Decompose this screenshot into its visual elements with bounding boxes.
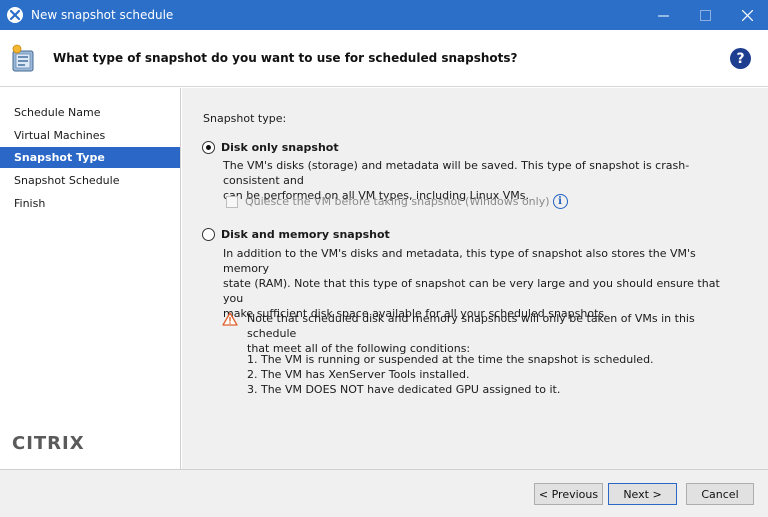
disk-only-option[interactable]: Disk only snapshot [202,141,339,154]
disk-memory-option[interactable]: Disk and memory snapshot [202,228,390,241]
next-button[interactable]: Next > [608,483,677,505]
maximize-icon [699,9,711,21]
snapshot-type-panel: Snapshot type: Disk only snapshot The VM… [182,88,768,469]
step-virtual-machines[interactable]: Virtual Machines [0,125,180,146]
disk-memory-label[interactable]: Disk and memory snapshot [221,228,390,241]
step-finish[interactable]: Finish [0,193,180,214]
disk-memory-description: In addition to the VM's disks and metada… [223,246,743,321]
wizard-footer: < Previous Next > Cancel [0,469,768,517]
quiesce-checkbox[interactable] [226,195,238,208]
citrix-logo: CITRIX [12,433,85,454]
wizard-header: What type of snapshot do you want to use… [0,30,768,87]
minimize-button[interactable] [642,0,684,30]
minimize-icon [657,15,669,16]
step-snapshot-type[interactable]: Snapshot Type [0,147,180,168]
disk-only-label[interactable]: Disk only snapshot [221,141,339,154]
help-icon: ? [736,50,745,67]
cancel-button[interactable]: Cancel [686,483,754,505]
title-bar: New snapshot schedule [0,0,768,30]
disk-only-radio[interactable] [202,141,215,154]
info-icon[interactable]: i [552,194,568,209]
close-icon [741,9,753,21]
memory-snapshot-note: Note that scheduled disk and memory snap… [247,311,737,356]
condition-item: 2. The VM has XenServer Tools installed. [247,368,470,381]
help-button[interactable]: ? [730,48,751,69]
disk-memory-desc-line: In addition to the VM's disks and metada… [223,247,696,275]
page-heading: What type of snapshot do you want to use… [53,51,518,65]
note-line: Note that scheduled disk and memory snap… [247,312,695,340]
warning-icon [222,312,238,326]
condition-item: 3. The VM DOES NOT have dedicated GPU as… [247,383,561,396]
condition-item: 1. The VM is running or suspended at the… [247,353,654,366]
conditions-list: 1. The VM is running or suspended at the… [247,352,737,397]
xenserver-app-icon [7,7,23,23]
quiesce-option[interactable]: Quiesce the VM before taking snapshot (W… [226,194,568,209]
wizard-steps-sidebar: Schedule Name Virtual Machines Snapshot … [0,88,181,469]
snapshot-wizard-icon [12,44,34,72]
previous-button[interactable]: < Previous [534,483,603,505]
maximize-button[interactable] [684,0,726,30]
close-button[interactable] [726,0,768,30]
window-controls [642,0,768,30]
disk-memory-desc-line: state (RAM). Note that this type of snap… [223,277,720,305]
window-title: New snapshot schedule [31,8,174,22]
step-snapshot-schedule[interactable]: Snapshot Schedule [0,170,180,191]
quiesce-label[interactable]: Quiesce the VM before taking snapshot (W… [245,195,550,208]
disk-only-desc-line: The VM's disks (storage) and metadata wi… [223,159,690,187]
disk-memory-radio[interactable] [202,228,215,241]
snapshot-type-label: Snapshot type: [203,112,287,125]
step-schedule-name[interactable]: Schedule Name [0,102,180,123]
